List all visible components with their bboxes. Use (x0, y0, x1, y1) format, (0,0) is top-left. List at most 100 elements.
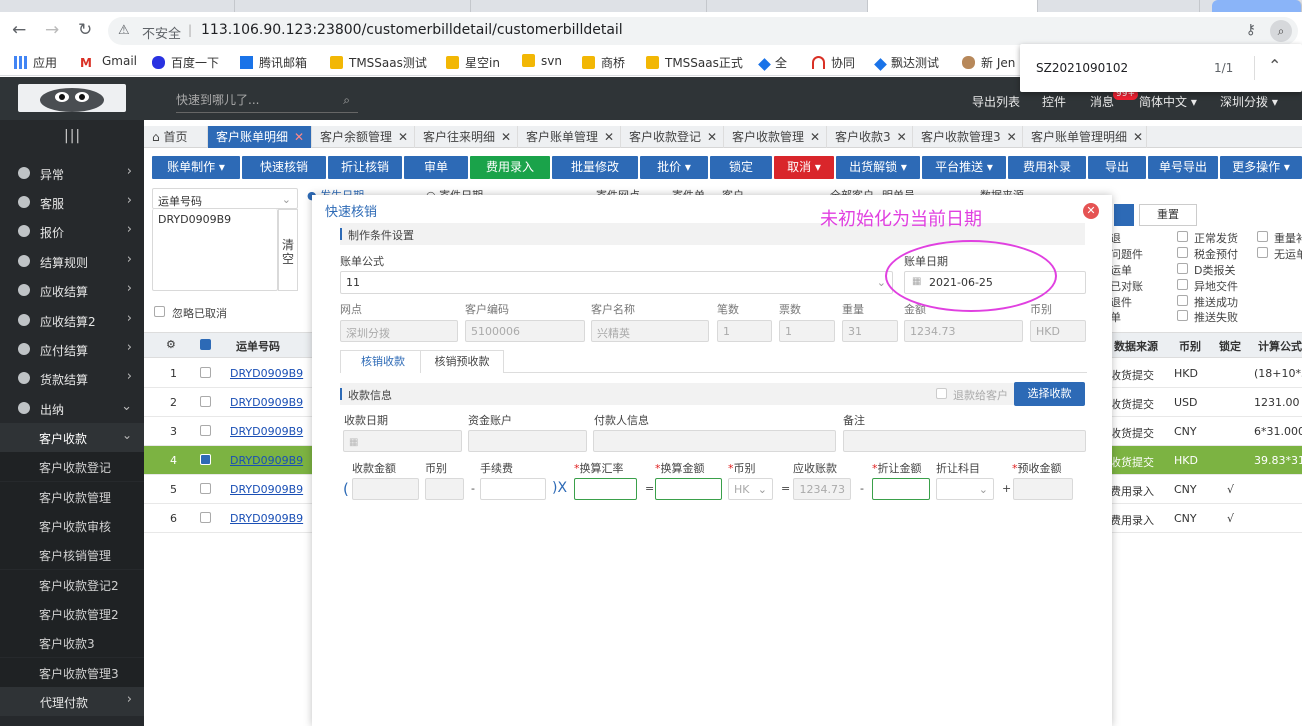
browser-tab[interactable] (472, 0, 707, 12)
ignore-cancel-checkbox[interactable] (154, 306, 165, 317)
branch-select[interactable]: 深圳分拨 ▾ (1220, 93, 1278, 110)
export-list-link[interactable]: 导出列表 (972, 93, 1020, 110)
bookmark-tencent-mail[interactable]: 腾讯邮箱 (240, 54, 307, 71)
tab-item[interactable]: 客户账单管理明细 ✕ (1023, 126, 1147, 148)
column-header[interactable]: 运单号码 (236, 338, 280, 354)
search-icon[interactable]: ⌕ (343, 93, 350, 108)
tab-item[interactable]: 客户收款管理3 ✕ (913, 126, 1023, 148)
sidebar-sub-item[interactable]: 客户收款登记2 (0, 570, 144, 599)
sidebar-item-agent-pay[interactable]: 代理付款 › (0, 687, 144, 716)
refund-checkbox[interactable] (936, 388, 947, 399)
bookmark-apps[interactable]: 应用 (14, 54, 57, 71)
discount-writeoff-button[interactable]: 折让核销 (328, 156, 402, 179)
bookmark-gmail[interactable]: M Gmail (80, 54, 137, 70)
waybill-link[interactable]: DRYD0909B9 (230, 512, 303, 525)
sidebar-item-exception[interactable]: 异常 › (0, 159, 144, 188)
batch-edit-button[interactable]: 批量修改 (552, 156, 638, 179)
reload-icon[interactable]: ↻ (78, 20, 92, 40)
controls-link[interactable]: 控件 (1042, 93, 1066, 110)
bookmark-folder[interactable]: TMSSaas正式 (646, 54, 743, 71)
clear-button[interactable]: 清空 (278, 209, 298, 291)
sidebar-item-receivable[interactable]: 应收结算 › (0, 276, 144, 305)
sidebar-sub-item[interactable]: 客户收款审核 (0, 511, 144, 540)
sidebar-item-goods[interactable]: 货款结算 › (0, 364, 144, 393)
more-actions-button[interactable]: 更多操作 ▾ (1220, 156, 1302, 179)
tab-writeoff-receipt[interactable]: 核销收款 (340, 350, 426, 373)
fee-input[interactable] (480, 478, 546, 500)
row-checkbox-checked[interactable] (200, 454, 211, 465)
filter-checkbox[interactable] (1177, 231, 1188, 242)
filter-checkbox[interactable] (1177, 263, 1188, 274)
waybill-link[interactable]: DRYD0909B9 (230, 425, 303, 438)
tab-item[interactable]: 客户收款登记 ✕ (621, 126, 724, 148)
browser-tab[interactable] (708, 0, 868, 12)
tab-item[interactable]: 客户余额管理 ✕ (312, 126, 415, 148)
column-header[interactable]: 数据来源 (1114, 338, 1158, 354)
tab-customer-bill-detail[interactable]: 客户账单明细 ✕ (208, 126, 312, 148)
audit-button[interactable]: 审单 (404, 156, 468, 179)
tab-item[interactable]: 客户收款管理 ✕ (724, 126, 827, 148)
rate-input[interactable] (574, 478, 637, 500)
filter-checkbox[interactable] (1177, 247, 1188, 258)
filter-checkbox[interactable] (1177, 279, 1188, 290)
field-select[interactable]: 运单号码 ⌄ (152, 188, 298, 209)
close-icon[interactable]: ✕ (501, 130, 511, 144)
bill-formula-select[interactable]: 11 ⌄ (340, 271, 893, 294)
find-input[interactable]: SZ2021090102 (1036, 61, 1128, 75)
sidebar-sub-item[interactable]: 客户收款管理 (0, 482, 144, 511)
browser-tab-active[interactable] (868, 0, 1038, 12)
zoom-icon[interactable]: ⌕ (1270, 20, 1292, 42)
filter-checkbox[interactable] (1177, 295, 1188, 306)
browser-tab[interactable] (236, 0, 471, 12)
currency2-select[interactable]: HK ⌄ (728, 478, 773, 500)
export-button[interactable]: 导出 (1088, 156, 1146, 179)
menu-toggle-icon[interactable]: ||| (64, 128, 81, 144)
sidebar-item-receivable2[interactable]: 应收结算2 › (0, 306, 144, 335)
close-icon[interactable]: ✕ (810, 130, 820, 144)
bookmark-folder[interactable]: 星空in (446, 54, 500, 71)
bookmark-item[interactable]: 全 (758, 54, 787, 71)
waybill-link[interactable]: DRYD0909B9 (230, 367, 303, 380)
tab-writeoff-prepaid[interactable]: 核销预收款 (420, 350, 504, 373)
waybill-link[interactable]: DRYD0909B9 (230, 454, 303, 467)
key-icon[interactable]: ⚷ (1246, 22, 1256, 38)
sidebar-item-settle-rules[interactable]: 结算规则 › (0, 247, 144, 276)
back-icon[interactable]: ← (12, 20, 26, 40)
bookmark-item[interactable]: 协同 (812, 54, 855, 71)
bookmark-item[interactable]: 飘达测试 (874, 54, 939, 71)
tab-home[interactable]: ⌂ 首页 (144, 126, 208, 148)
language-select[interactable]: 简体中文 ▾ (1139, 93, 1197, 110)
platform-push-button[interactable]: 平台推送 ▾ (922, 156, 1006, 179)
row-checkbox[interactable] (200, 425, 211, 436)
messages-link[interactable]: 消息 (1090, 93, 1114, 110)
quick-writeoff-button[interactable]: 快速核销 (242, 156, 326, 179)
remark-input[interactable] (843, 430, 1086, 452)
row-checkbox[interactable] (200, 483, 211, 494)
row-checkbox[interactable] (200, 512, 211, 523)
url-box[interactable]: ⚠ 不安全 | 113.106.90.123:23800/customerbil… (108, 17, 1298, 45)
bookmark-item[interactable]: 新 Jen (962, 54, 1015, 71)
sidebar-item-quote[interactable]: 报价 › (0, 217, 144, 246)
close-icon[interactable]: ✕ (897, 130, 907, 144)
lock-button[interactable]: 锁定 (710, 156, 772, 179)
sidebar-item-payable[interactable]: 应付结算 › (0, 335, 144, 364)
row-checkbox[interactable] (200, 396, 211, 407)
sidebar-sub-item[interactable]: 客户收款管理3 (0, 658, 144, 687)
row-checkbox[interactable] (200, 367, 211, 378)
bookmark-baidu[interactable]: 百度一下 (152, 54, 219, 71)
column-header[interactable]: 锁定 (1219, 338, 1241, 354)
bookmark-folder[interactable]: svn (522, 54, 562, 68)
number-export-button[interactable]: 单号导出 (1148, 156, 1218, 179)
tab-item[interactable]: 客户收款3 ✕ (827, 126, 913, 148)
reset-button[interactable]: 重置 (1139, 204, 1197, 226)
quick-search[interactable]: 快速到哪儿了... ⌕ (176, 91, 358, 113)
sidebar-sub-item[interactable]: 客户收款登记 (0, 452, 144, 481)
close-icon[interactable]: ✕ (398, 130, 408, 144)
url-text[interactable]: 113.106.90.123:23800/customerbilldetail/… (201, 22, 623, 38)
unlock-button[interactable]: 出货解锁 ▾ (836, 156, 920, 179)
sidebar-item-cashier[interactable]: 出纳 ⌄ (0, 394, 144, 423)
forward-icon[interactable]: → (45, 20, 59, 40)
field-value-textarea[interactable]: DRYD0909B9 (152, 209, 278, 291)
bookmark-folder[interactable]: TMSSaas测试 (330, 54, 427, 71)
filter-checkbox[interactable] (1257, 231, 1268, 242)
